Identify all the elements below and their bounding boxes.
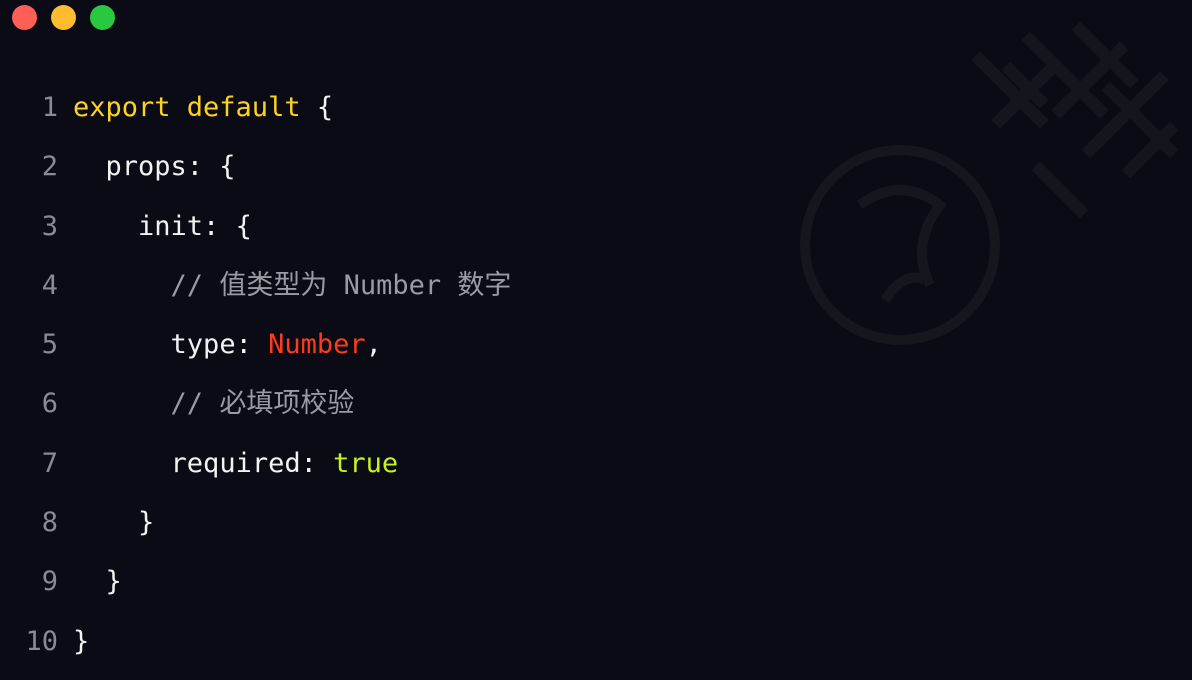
line-content: required: true — [73, 434, 399, 493]
line-number: 6 — [41, 388, 58, 420]
line-number: 3 — [41, 210, 58, 242]
line-content: // 值类型为 Number 数字 — [73, 256, 512, 315]
code-line[interactable]: 3 init: { — [0, 197, 1192, 256]
code-window: 1 export default {2 props: {3 init: {4 //… — [0, 0, 1192, 680]
line-number: 9 — [41, 566, 58, 598]
code-line[interactable]: 5 type: Number, — [0, 315, 1192, 374]
line-number: 10 — [25, 625, 58, 657]
code-token: props: { — [105, 151, 236, 183]
code-token: type: — [170, 329, 269, 361]
code-token: // 必填项校验 — [170, 388, 355, 420]
code-token: Number — [268, 329, 366, 361]
code-line[interactable]: 10} — [0, 612, 1192, 671]
code-line[interactable]: 8 } — [0, 493, 1192, 552]
line-content: // 必填项校验 — [73, 374, 355, 433]
close-window-button[interactable] — [12, 5, 37, 30]
line-content: } — [73, 493, 154, 552]
code-line[interactable]: 7 required: true — [0, 434, 1192, 493]
line-content: props: { — [73, 137, 236, 196]
minimize-window-button[interactable] — [51, 5, 76, 30]
code-token: // 值类型为 Number 数字 — [170, 269, 512, 301]
line-content: } — [73, 552, 122, 611]
code-token: required: — [170, 447, 334, 479]
line-number: 8 — [41, 507, 58, 539]
code-token: { — [300, 92, 334, 123]
code-line[interactable]: 6 // 必填项校验 — [0, 374, 1192, 433]
line-number: 1 — [41, 92, 58, 123]
code-token: init: { — [138, 210, 252, 242]
window-controls — [12, 5, 115, 30]
code-line[interactable]: 4 // 值类型为 Number 数字 — [0, 256, 1192, 315]
code-line[interactable]: 1 export default { — [0, 78, 1192, 137]
code-token: } — [105, 566, 122, 598]
code-editor[interactable]: 1 export default {2 props: {3 init: {4 //… — [0, 78, 1192, 671]
code-line[interactable]: 9 } — [0, 552, 1192, 611]
line-number: 2 — [41, 151, 58, 183]
line-number: 4 — [41, 269, 58, 301]
code-token: true — [333, 447, 399, 479]
line-content: type: Number, — [73, 315, 382, 374]
code-line[interactable]: 2 props: { — [0, 137, 1192, 196]
line-number: 5 — [41, 329, 58, 361]
line-number: 7 — [41, 447, 58, 479]
maximize-window-button[interactable] — [90, 5, 115, 30]
code-token: export default — [73, 92, 301, 123]
line-content: init: { — [73, 197, 252, 256]
line-content: } — [73, 612, 89, 671]
code-token: } — [73, 625, 90, 657]
code-token: } — [138, 507, 155, 539]
code-token: , — [365, 329, 382, 361]
line-content: export default { — [73, 78, 333, 137]
